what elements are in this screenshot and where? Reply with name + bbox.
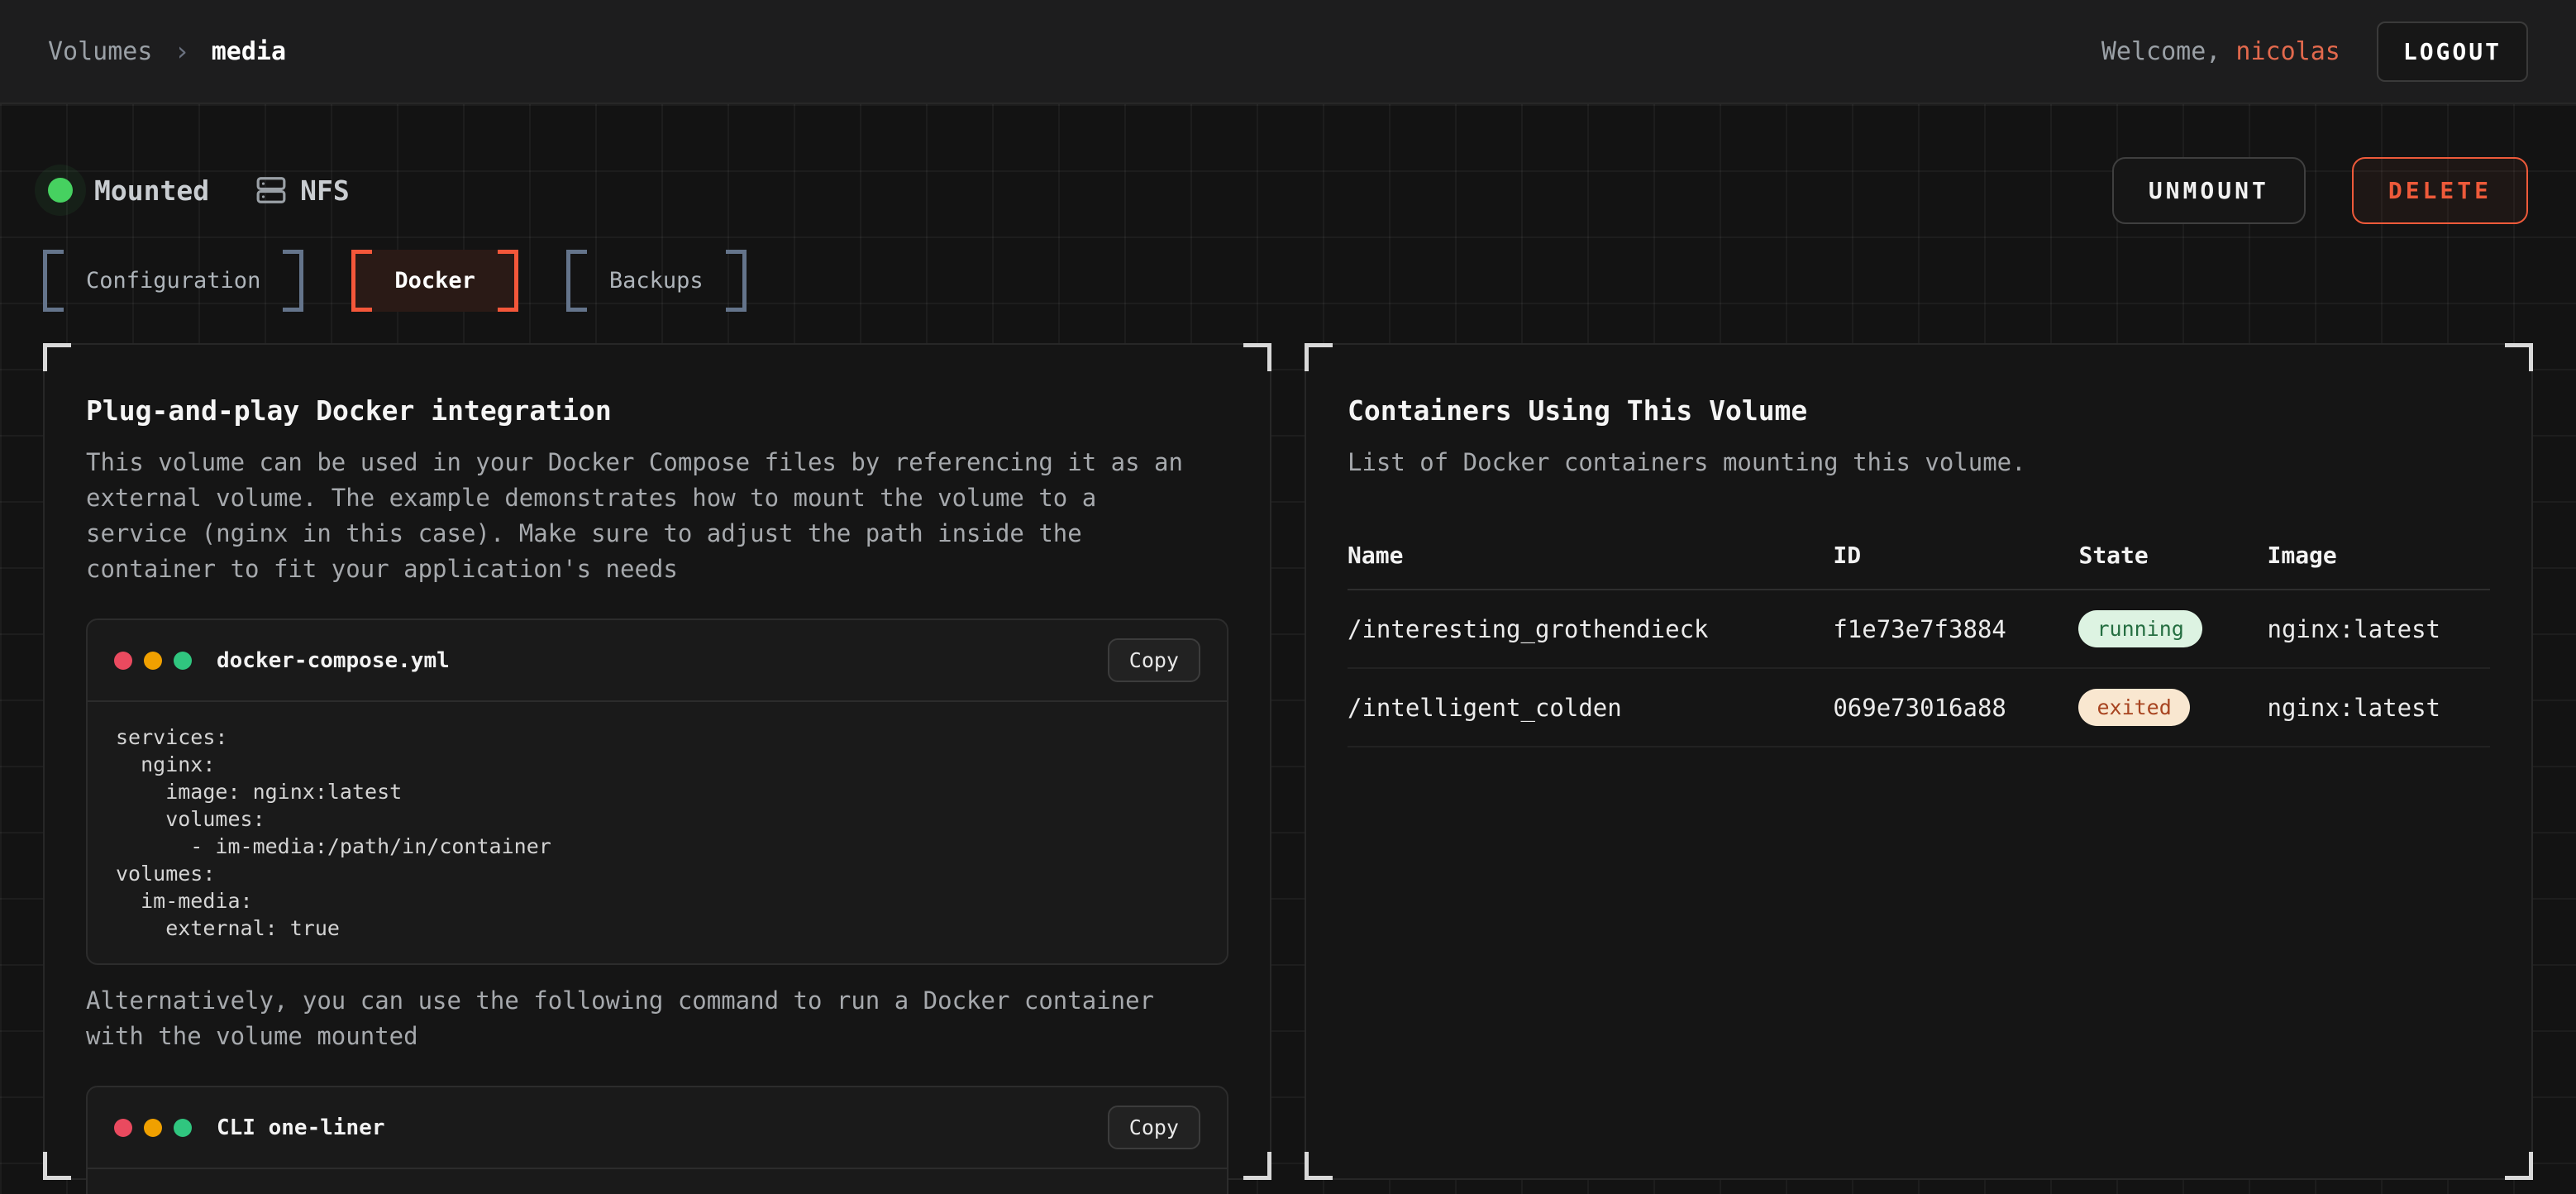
status-badge-exited: exited xyxy=(2078,689,2189,726)
container-id: f1e73e7f3884 xyxy=(1833,615,2078,643)
panel-corner-bracket xyxy=(2505,1152,2533,1180)
cli-window-header: CLI one-liner Copy xyxy=(88,1087,1227,1169)
container-state: running xyxy=(2078,610,2267,647)
volume-actions: UNMOUNT DELETE xyxy=(2112,157,2528,224)
tab-backups[interactable]: Backups xyxy=(566,250,747,312)
traffic-light-green-icon xyxy=(174,652,192,670)
welcome-label: Welcome, xyxy=(2101,37,2236,66)
tab-docker[interactable]: Docker xyxy=(351,250,518,312)
compose-window-header: docker-compose.yml Copy xyxy=(88,620,1227,702)
traffic-light-red-icon xyxy=(114,652,132,670)
breadcrumb-current-volume: media xyxy=(212,37,286,66)
mounted-status-dot-icon xyxy=(48,178,73,203)
volume-status-bar: Mounted NFS UNMOUNT DELETE xyxy=(43,157,2533,223)
logout-button[interactable]: LOGOUT xyxy=(2377,21,2528,82)
column-header-name: Name xyxy=(1348,542,1833,569)
compose-filename: docker-compose.yml xyxy=(217,648,450,673)
container-name: /intelligent_colden xyxy=(1348,694,1833,722)
status-badge-running: running xyxy=(2078,610,2202,647)
container-image: nginx:latest xyxy=(2267,615,2489,643)
container-image: nginx:latest xyxy=(2267,694,2489,722)
compose-code-body: services: nginx: image: nginx:latest vol… xyxy=(88,702,1227,963)
cli-intro-text: Alternatively, you can use the following… xyxy=(86,983,1194,1054)
docker-panel-title: Plug-and-play Docker integration xyxy=(86,394,1228,427)
column-header-image: Image xyxy=(2267,542,2489,569)
panel-corner-bracket xyxy=(43,1152,71,1180)
tab-configuration[interactable]: Configuration xyxy=(43,250,303,312)
copy-compose-button[interactable]: Copy xyxy=(1108,638,1200,682)
containers-panel: Containers Using This Volume List of Doc… xyxy=(1305,343,2533,1180)
username: nicolas xyxy=(2235,37,2340,66)
table-row: /intelligent_colden 069e73016a88 exited … xyxy=(1348,669,2490,747)
panel-corner-bracket xyxy=(1243,343,1271,371)
delete-button[interactable]: DELETE xyxy=(2352,157,2528,224)
cli-code-window: CLI one-liner Copy docker run -v im-medi… xyxy=(86,1086,1228,1194)
panels: Plug-and-play Docker integration This vo… xyxy=(43,343,2533,1180)
breadcrumb: Volumes › media xyxy=(48,36,286,67)
table-row: /interesting_grothendieck f1e73e7f3884 r… xyxy=(1348,590,2490,669)
container-id: 069e73016a88 xyxy=(1833,694,2078,722)
main-content: Mounted NFS UNMOUNT DELETE Configuration… xyxy=(0,104,2576,1194)
cli-command: docker run -v im-media:/path/in/containe… xyxy=(116,1191,1199,1194)
traffic-light-green-icon xyxy=(174,1119,192,1137)
container-name: /interesting_grothendieck xyxy=(1348,615,1833,643)
filesystem-type-label: NFS xyxy=(300,174,350,207)
copy-cli-button[interactable]: Copy xyxy=(1108,1106,1200,1149)
cli-code-body: docker run -v im-media:/path/in/containe… xyxy=(88,1169,1227,1194)
containers-panel-subtitle: List of Docker containers mounting this … xyxy=(1348,445,2455,480)
panel-corner-bracket xyxy=(43,343,71,371)
server-icon xyxy=(255,174,287,206)
containers-table: Name ID State Image /interesting_grothen… xyxy=(1348,527,2490,747)
table-header-row: Name ID State Image xyxy=(1348,527,2490,590)
unmount-button[interactable]: UNMOUNT xyxy=(2112,157,2306,224)
container-state: exited xyxy=(2078,689,2267,726)
docker-panel-description: This volume can be used in your Docker C… xyxy=(86,445,1194,587)
panel-corner-bracket xyxy=(1243,1152,1271,1180)
traffic-light-red-icon xyxy=(114,1119,132,1137)
cli-window-title: CLI one-liner xyxy=(217,1115,385,1140)
breadcrumb-volumes-link[interactable]: Volumes xyxy=(48,37,152,66)
welcome-message: Welcome, nicolas xyxy=(2101,37,2340,66)
chevron-right-icon: › xyxy=(174,36,189,67)
panel-corner-bracket xyxy=(1305,343,1333,371)
compose-code-window: docker-compose.yml Copy services: nginx:… xyxy=(86,618,1228,965)
panel-corner-bracket xyxy=(1305,1152,1333,1180)
topbar-right: Welcome, nicolas LOGOUT xyxy=(2101,21,2528,82)
containers-panel-title: Containers Using This Volume xyxy=(1348,394,2490,427)
mounted-status-label: Mounted xyxy=(94,174,209,207)
traffic-light-amber-icon xyxy=(144,1119,162,1137)
traffic-light-amber-icon xyxy=(144,652,162,670)
tab-bar: Configuration Docker Backups xyxy=(43,250,2533,312)
panel-corner-bracket xyxy=(2505,343,2533,371)
topbar: Volumes › media Welcome, nicolas LOGOUT xyxy=(0,0,2576,104)
docker-integration-panel: Plug-and-play Docker integration This vo… xyxy=(43,343,1271,1180)
compose-code: services: nginx: image: nginx:latest vol… xyxy=(116,724,1199,942)
column-header-id: ID xyxy=(1833,542,2078,569)
column-header-state: State xyxy=(2078,542,2267,569)
